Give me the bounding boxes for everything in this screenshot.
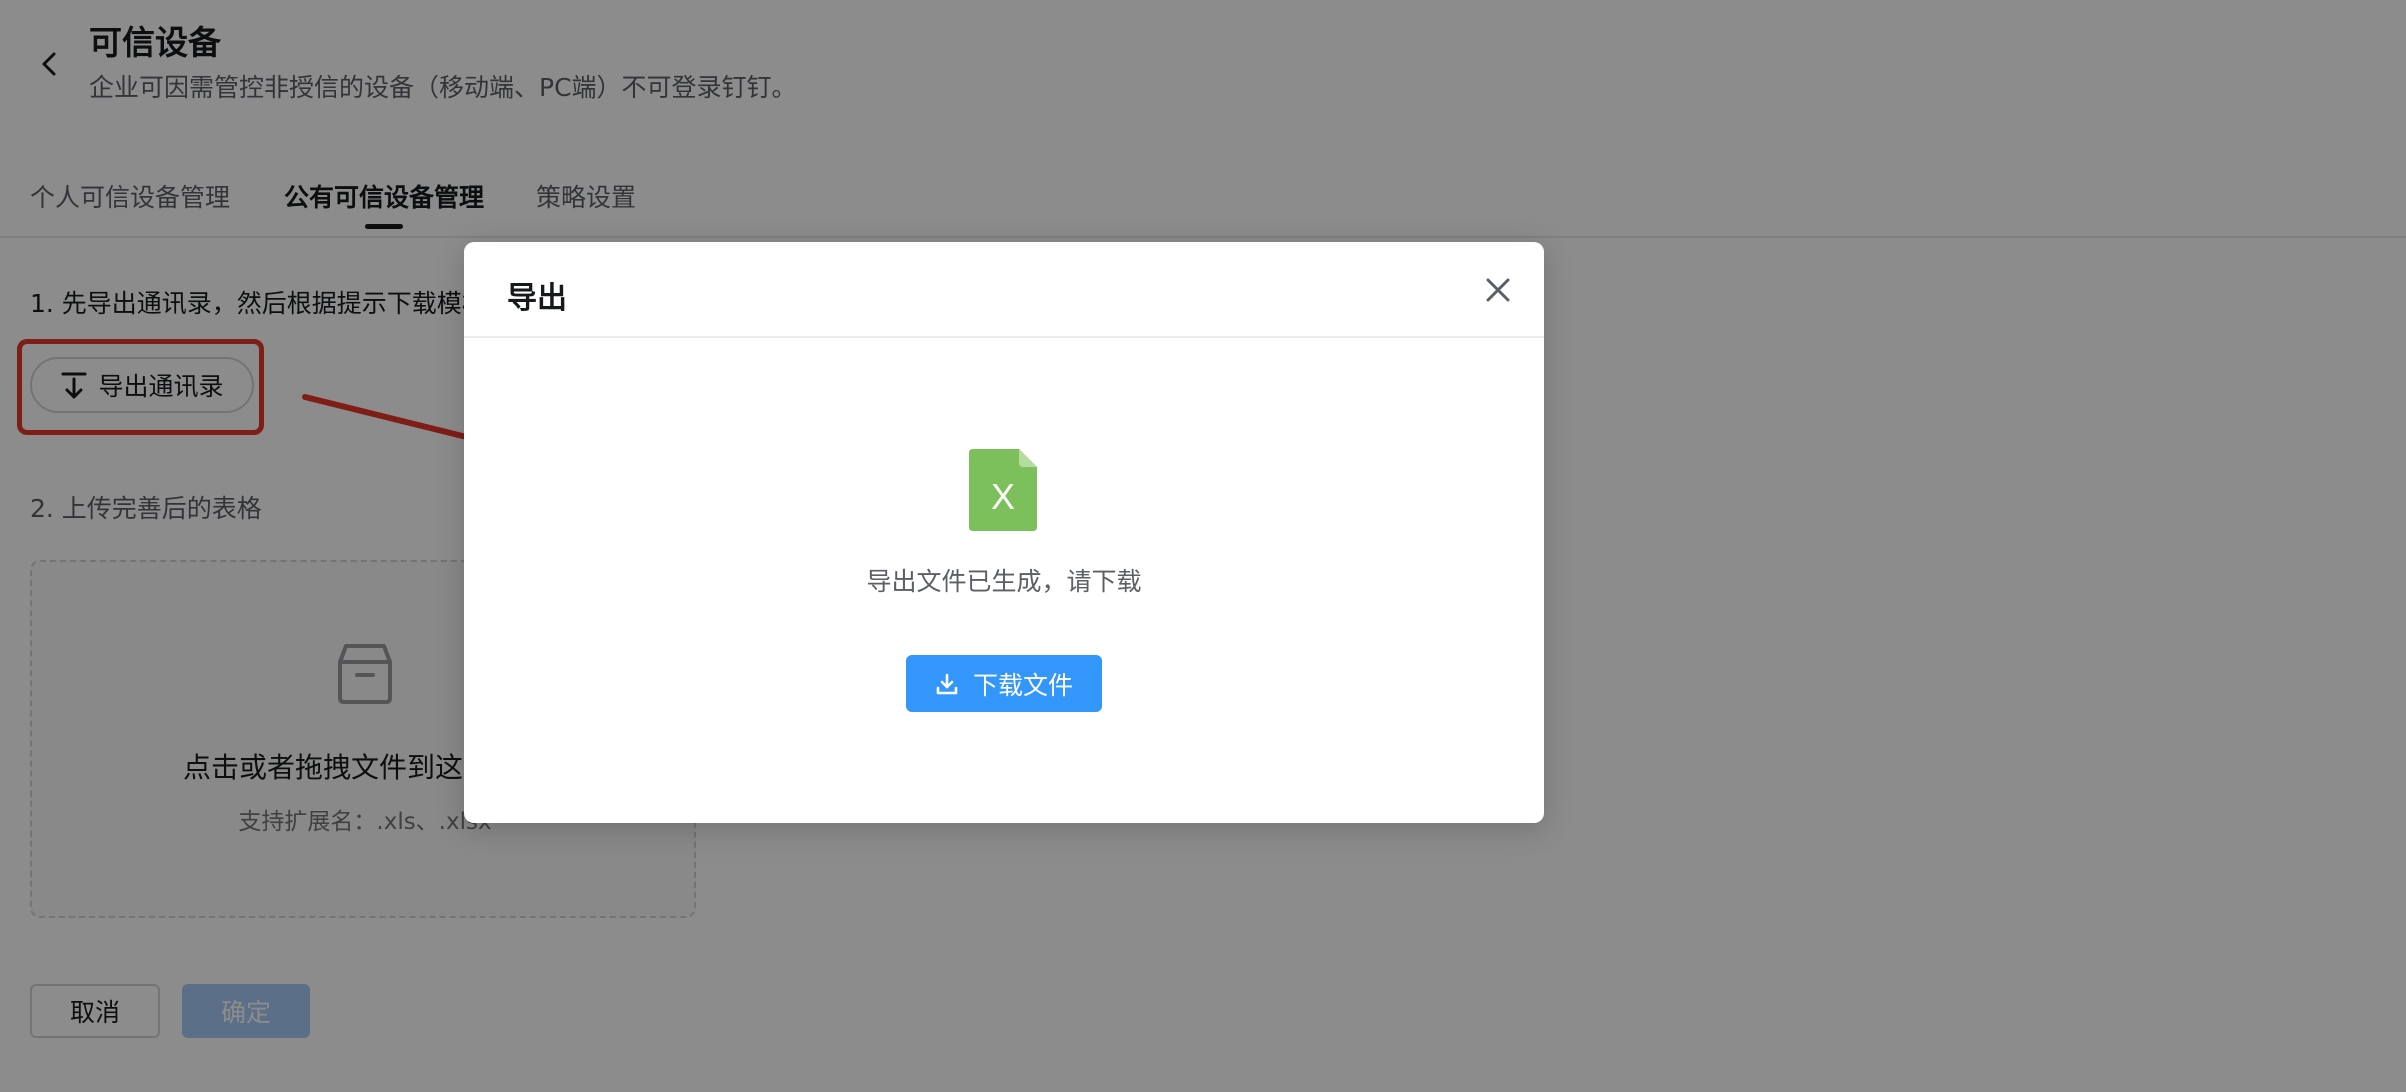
modal-close-button[interactable] xyxy=(1480,272,1516,308)
excel-file-icon: X xyxy=(969,449,1037,531)
modal-title: 导出 xyxy=(507,281,567,316)
download-file-button[interactable]: 下载文件 xyxy=(906,655,1102,712)
close-icon xyxy=(1486,278,1510,302)
trusted-devices-page: 可信设备 企业可因需管控非授信的设备（移动端、PC端）不可登录钉钉。 个人可信设… xyxy=(0,0,2406,1092)
modal-header: 导出 xyxy=(464,242,1544,338)
export-modal: 导出 X 导出文件已生成，请下载 下载文件 xyxy=(464,242,1544,823)
excel-icon-letter: X xyxy=(991,476,1015,517)
download-file-label: 下载文件 xyxy=(972,670,1073,700)
download-icon xyxy=(936,673,958,694)
export-ready-message: 导出文件已生成，请下载 xyxy=(866,567,1142,596)
